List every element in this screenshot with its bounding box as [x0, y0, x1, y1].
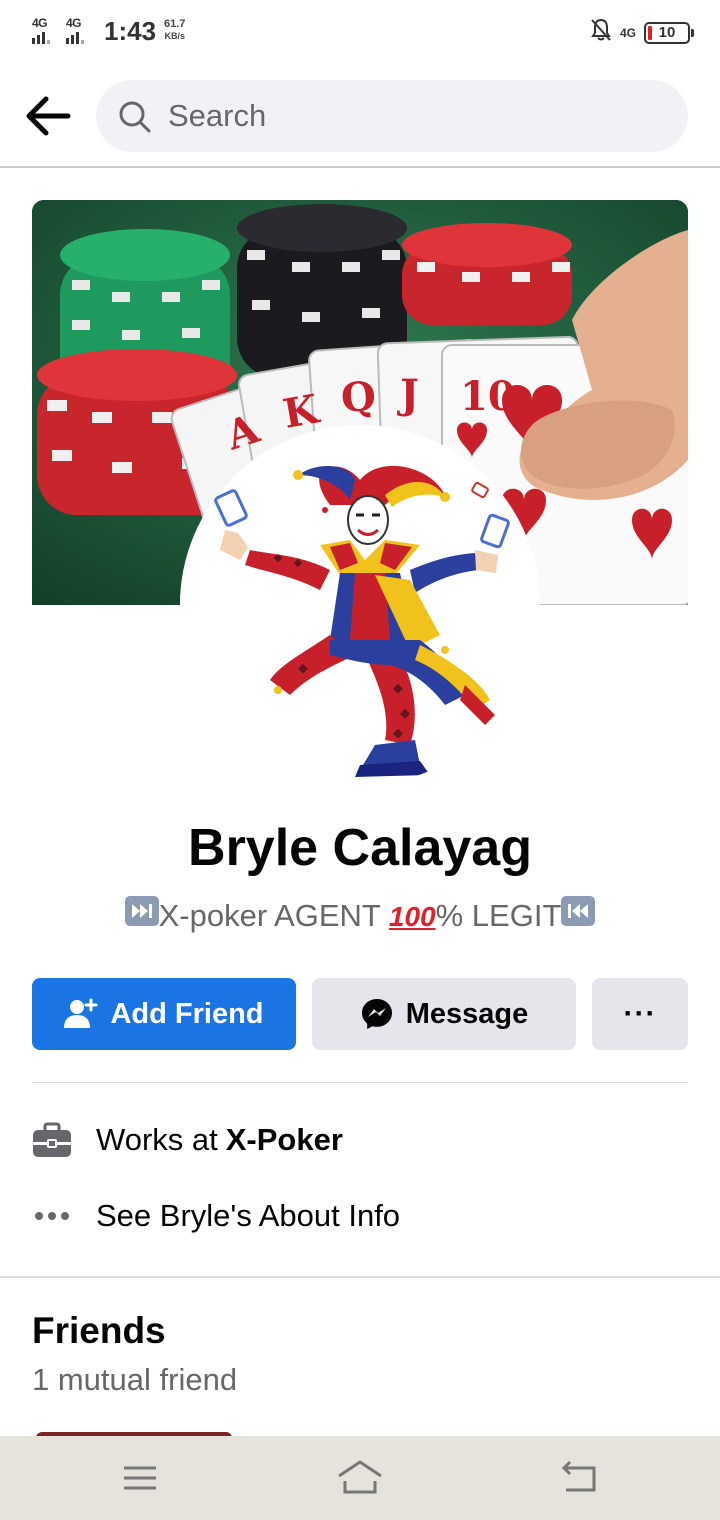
back-button[interactable] [24, 94, 72, 138]
fast-forward-icon [124, 895, 159, 934]
status-icons: 4G 10 [590, 18, 694, 47]
search-placeholder: Search [168, 98, 267, 133]
section-divider [32, 1082, 688, 1083]
bio-suffix: % LEGIT [435, 898, 562, 933]
back-icon [561, 1460, 596, 1492]
mutual-friends-count[interactable]: 1 mutual friend [32, 1362, 237, 1398]
network-speed-value: 61.7 [164, 18, 186, 30]
work-company[interactable]: X-Poker [226, 1122, 343, 1158]
rewind-icon [561, 895, 596, 934]
svg-text:J: J [397, 371, 419, 418]
status-time: 1:43 [104, 16, 157, 46]
back-nav-button[interactable] [556, 1456, 600, 1500]
message-button[interactable]: Message [312, 978, 576, 1050]
bio-text: X-poker AGENT [158, 898, 389, 933]
signal-label: 4G [66, 16, 82, 30]
section-separator [0, 1276, 720, 1278]
status-bar: 4G 4G 1:43 61.7 KB/s 4G 10 [0, 0, 720, 64]
search-input[interactable]: Search [96, 80, 688, 152]
signal-strength-sim2: 4G [66, 16, 92, 44]
hundred-points-emoji: 100 [388, 901, 436, 932]
network-type-label: 4G [619, 25, 636, 40]
add-friend-button[interactable]: Add Friend [32, 978, 296, 1050]
profile-bio: X-poker AGENT 100% LEGIT [0, 895, 720, 934]
more-label: ··· [623, 997, 657, 1030]
friends-heading: Friends [32, 1310, 166, 1351]
message-label: Message [405, 997, 529, 1030]
menu-button[interactable] [118, 1456, 162, 1500]
briefcase-icon [32, 1120, 72, 1160]
search-icon [119, 101, 151, 133]
arrow-left-icon [26, 96, 71, 136]
work-prefix: Works at [96, 1122, 218, 1157]
more-options-button[interactable]: ··· [592, 978, 688, 1050]
network-speed-unit: KB/s [164, 31, 185, 41]
signal-strength-sim1: 4G [32, 16, 58, 44]
system-navigation-bar [0, 1436, 720, 1520]
messenger-icon [360, 997, 394, 1031]
notification-off-icon [590, 18, 612, 47]
more-horizontal-icon [32, 1196, 72, 1236]
add-friend-label: Add Friend [110, 997, 264, 1030]
svg-text:Q: Q [339, 373, 377, 422]
profile-picture[interactable] [180, 425, 540, 785]
battery-indicator: 10 [644, 21, 694, 44]
work-info-row[interactable]: Works at X-Poker [32, 1110, 688, 1170]
signal-label: 4G [32, 16, 48, 30]
network-speed: 61.7 KB/s [164, 18, 185, 42]
home-icon [338, 1460, 382, 1494]
see-about-info-row[interactable]: See Bryle's About Info [32, 1186, 688, 1246]
search-header: Search [0, 64, 720, 168]
menu-icon [124, 1466, 156, 1490]
person-add-icon [64, 998, 98, 1030]
profile-name: Bryle Calayag [188, 819, 532, 877]
home-button[interactable] [336, 1456, 382, 1500]
see-about-label: See Bryle's About Info [96, 1198, 401, 1233]
